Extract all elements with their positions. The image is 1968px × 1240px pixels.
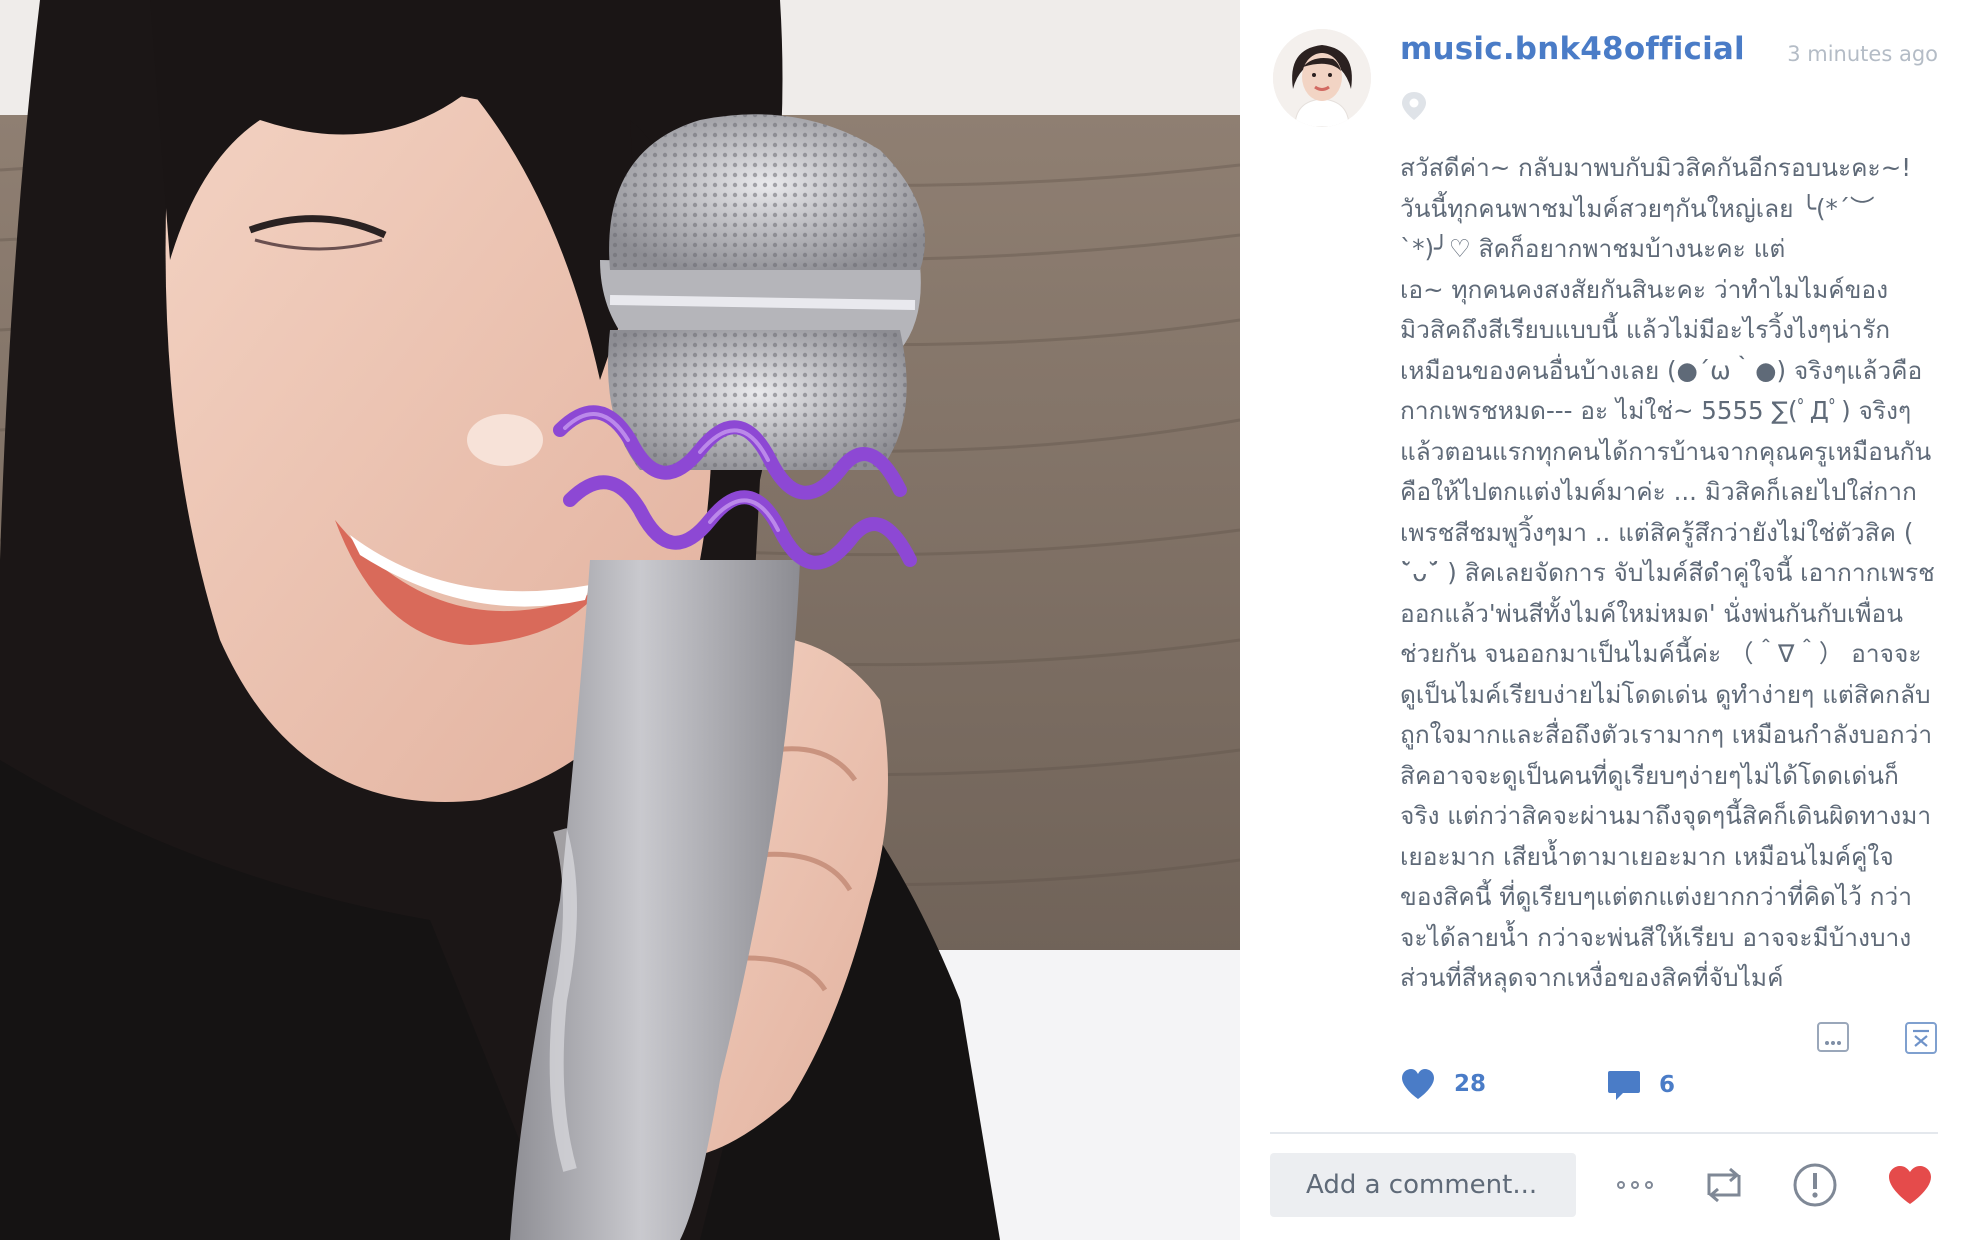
divider [1270, 1132, 1938, 1134]
more-options-icon[interactable] [1610, 1160, 1660, 1210]
post-photo[interactable] [0, 0, 1240, 1240]
speech-bubble-icon [1608, 1071, 1640, 1100]
comments-count[interactable]: 6 [1607, 1068, 1675, 1102]
post-timestamp: 3 minutes ago [1787, 42, 1938, 66]
collapse-icon[interactable] [1905, 1022, 1937, 1054]
caption-part-1: สวัสดีค่า~ กลับมาพบกับมิวสิคกันอีกรอบนะค… [1400, 153, 1912, 263]
avatar-image [1273, 29, 1371, 127]
comment-input[interactable] [1270, 1153, 1576, 1217]
post-window: music.bnk48official 3 minutes ago สวัสดี… [0, 0, 1968, 1240]
caption-scroll-area[interactable]: สวัสดีค่า~ กลับมาพบกับมิวสิคกันอีกรอบนะค… [1400, 148, 1935, 1028]
location-pin-icon[interactable] [1400, 90, 1428, 122]
post-sidebar: music.bnk48official 3 minutes ago สวัสดี… [1240, 0, 1968, 1240]
likes-value: 28 [1454, 1071, 1487, 1097]
username-link[interactable]: music.bnk48official [1400, 31, 1745, 67]
caption-part-2: เอ~ ทุกคนคงสงสัยกันสินะคะ ว่าทำไมไมค์ของ… [1400, 274, 1935, 993]
repost-icon[interactable] [1699, 1160, 1749, 1210]
report-icon[interactable] [1790, 1160, 1840, 1210]
avatar[interactable] [1273, 29, 1371, 127]
caption-text: สวัสดีค่า~ กลับมาพบกับมิวสิคกันอีกรอบนะค… [1400, 148, 1935, 999]
favorite-heart-icon[interactable] [1885, 1160, 1935, 1210]
comments-value: 6 [1659, 1072, 1676, 1098]
likes-count[interactable]: 28 [1400, 1068, 1486, 1100]
photo-illustration [0, 0, 1240, 1240]
heart-icon [1402, 1069, 1434, 1099]
more-dots-icon[interactable] [1817, 1022, 1849, 1052]
